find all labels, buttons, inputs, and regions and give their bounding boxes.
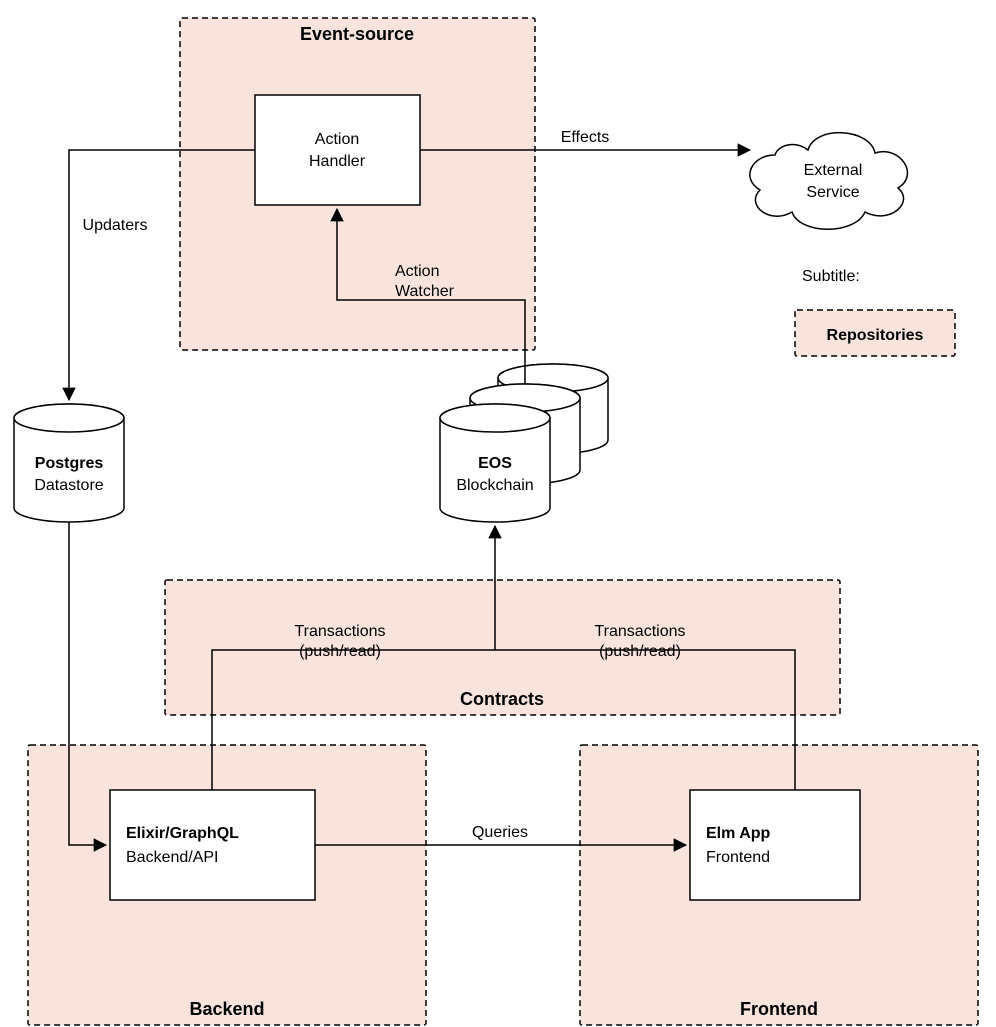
- edge-queries-label: Queries: [472, 824, 528, 841]
- postgres-sub: Datastore: [34, 477, 103, 494]
- repo-backend-label: Backend: [189, 999, 264, 1019]
- eos-title: EOS: [478, 455, 512, 472]
- subtitle-legend-text: Repositories: [827, 327, 924, 344]
- repo-contracts: Contracts: [165, 580, 840, 715]
- repo-event-source-label: Event-source: [300, 24, 414, 44]
- eos-sub: Blockchain: [456, 477, 533, 494]
- edge-action-watcher-line1: Action: [395, 263, 439, 280]
- edge-trans-right-line2: (push/read): [599, 643, 681, 660]
- edge-effects-label: Effects: [561, 129, 610, 146]
- node-elm: Elm App Frontend: [690, 790, 860, 900]
- action-handler-line2: Handler: [309, 153, 366, 170]
- external-service-line1: External: [804, 162, 863, 179]
- repo-frontend-label: Frontend: [740, 999, 818, 1019]
- external-service-line2: Service: [806, 184, 859, 201]
- subtitle-label: Subtitle:: [802, 268, 860, 285]
- elm-title: Elm App: [706, 825, 771, 842]
- edge-action-watcher-line2: Watcher: [395, 283, 455, 300]
- subtitle-legend: Subtitle: Repositories: [795, 268, 955, 356]
- edge-trans-left-line2: (push/read): [299, 643, 381, 660]
- node-postgres: Postgres Datastore: [14, 404, 124, 522]
- edge-trans-right-line1: Transactions: [595, 623, 686, 640]
- edge-updaters-label: Updaters: [83, 217, 148, 234]
- repo-contracts-label: Contracts: [460, 689, 544, 709]
- elixir-sub: Backend/API: [126, 849, 219, 866]
- node-elixir: Elixir/GraphQL Backend/API: [110, 790, 315, 900]
- postgres-title: Postgres: [35, 455, 104, 472]
- node-action-handler: Action Handler: [255, 95, 420, 205]
- elm-sub: Frontend: [706, 849, 770, 866]
- node-external-service: External Service: [750, 133, 908, 230]
- elixir-title: Elixir/GraphQL: [126, 825, 239, 842]
- action-handler-line1: Action: [315, 131, 359, 148]
- edge-trans-left-line1: Transactions: [295, 623, 386, 640]
- node-eos: EOS Blockchain: [440, 364, 608, 522]
